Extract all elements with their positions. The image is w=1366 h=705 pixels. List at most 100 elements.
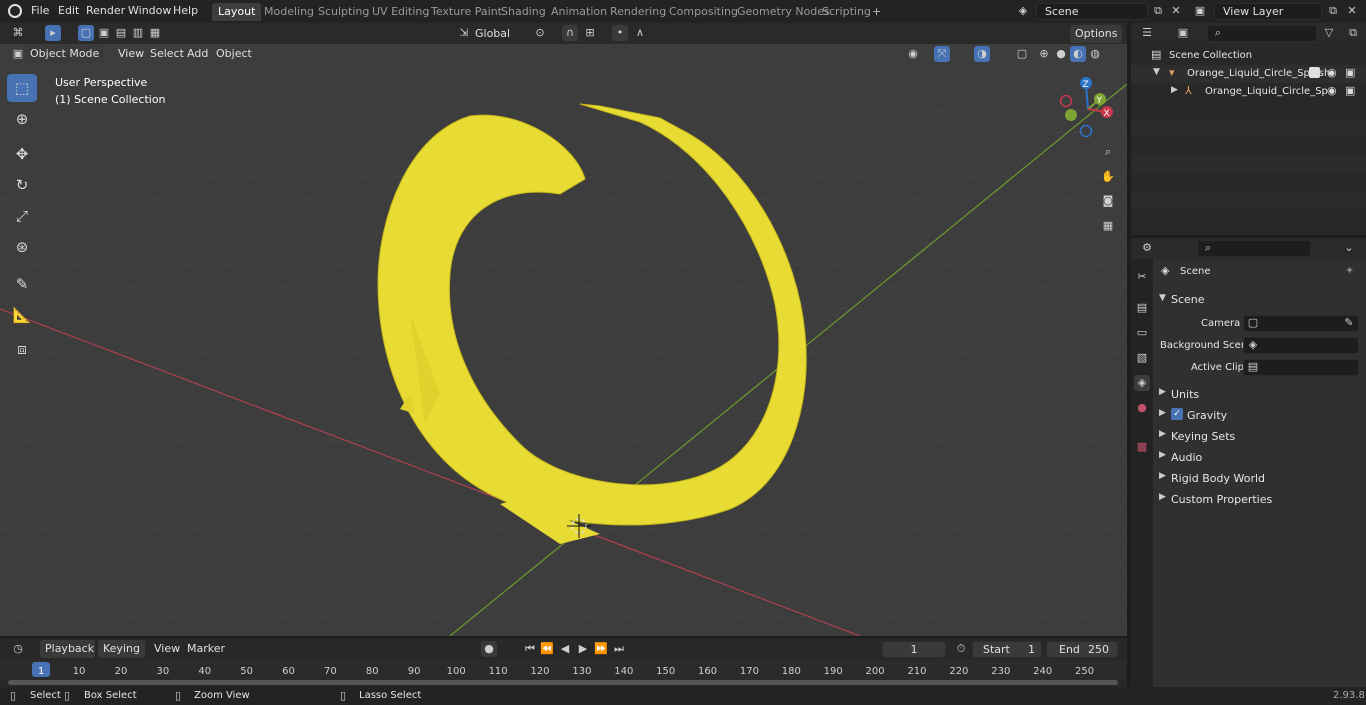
view-layer-field[interactable]: View Layer (1214, 3, 1322, 20)
display-mode-icon[interactable]: ▣ (1175, 25, 1191, 41)
tool-tab-icon[interactable]: ✂ (1134, 269, 1150, 285)
select-tool-icon[interactable]: ▸ (45, 25, 61, 41)
annotate-tool-icon[interactable]: ✎ (7, 270, 37, 298)
ortho-toggle-icon[interactable]: ▦ (1100, 218, 1116, 234)
end-frame-field[interactable]: End 250 (1046, 641, 1118, 658)
editor-type-icon[interactable]: ⌘ (10, 25, 26, 41)
view-layer-tab-icon[interactable]: ▧ (1134, 350, 1150, 366)
orientation-dropdown[interactable]: Global (470, 25, 524, 43)
material-shading-icon[interactable]: ◐ (1070, 46, 1086, 62)
marker-menu[interactable]: Marker (182, 640, 230, 658)
select-box-tool-icon[interactable]: ⬚ (7, 74, 37, 102)
camera-icon[interactable]: ▣ (1345, 84, 1355, 97)
tab-shading[interactable]: Shading (495, 3, 552, 21)
play-reverse-icon[interactable]: ◀ (557, 641, 573, 657)
timeline-scrollbar[interactable] (8, 680, 1118, 685)
object-mode-dropdown[interactable]: Object Mode (25, 45, 105, 63)
menu-edit[interactable]: Edit (58, 4, 79, 17)
panel-units[interactable]: ▶ Units (1153, 384, 1366, 404)
current-frame-field[interactable]: 1 (882, 641, 946, 658)
xray-toggle-icon[interactable]: ▢ (1014, 46, 1030, 62)
start-frame-field[interactable]: Start 1 (972, 641, 1042, 658)
menu-render[interactable]: Render (86, 4, 125, 17)
world-tab-icon[interactable]: ● (1134, 400, 1150, 416)
overlay-toggle-icon[interactable]: ◑ (974, 46, 990, 62)
jump-start-icon[interactable]: ⏮ (522, 641, 538, 657)
scene-panel-header[interactable]: ▼ Scene (1153, 290, 1366, 310)
pivot-point-icon[interactable]: ⊙ (532, 25, 548, 41)
outliner-row-scene-collection[interactable]: ▤ Scene Collection (1131, 47, 1366, 65)
properties-options-icon[interactable]: ⌄ (1341, 240, 1357, 256)
prev-keyframe-icon[interactable]: ⏪ (539, 641, 555, 657)
outliner-row-object[interactable]: ▼ ▾ Orange_Liquid_Circle_Splash ◉ ▣ (1131, 65, 1366, 83)
visibility-icon[interactable]: ◉ (905, 46, 921, 62)
gizmo-toggle-icon[interactable]: ⤧ (934, 46, 950, 62)
rendered-shading-icon[interactable]: ◍ (1087, 46, 1103, 62)
select-mode-subtract-icon[interactable]: ▤ (113, 25, 129, 41)
menu-file[interactable]: File (31, 4, 49, 17)
cursor-tool-icon[interactable]: ⊕ (7, 105, 37, 133)
texture-tab-icon[interactable]: ▩ (1134, 439, 1150, 455)
scene-tab-icon[interactable]: ◈ (1134, 375, 1150, 391)
menu-view[interactable]: View (113, 45, 149, 63)
new-collection-icon[interactable]: ⧉ (1345, 25, 1361, 41)
add-workspace-button[interactable]: + (866, 3, 887, 21)
output-tab-icon[interactable]: ▭ (1134, 325, 1150, 341)
menu-window[interactable]: Window (128, 4, 171, 17)
panel-gravity[interactable]: ▶ ✓ Gravity (1153, 405, 1366, 425)
wireframe-shading-icon[interactable]: ⊕ (1036, 46, 1052, 62)
keying-menu[interactable]: Keying (98, 640, 145, 658)
jump-end-icon[interactable]: ⏭ (611, 641, 627, 657)
menu-add[interactable]: Add (182, 45, 213, 63)
delete-view-layer-icon[interactable]: ✕ (1344, 3, 1360, 19)
properties-editor-icon[interactable]: ⚙ (1139, 240, 1155, 256)
gravity-checkbox[interactable]: ✓ (1171, 408, 1183, 420)
tab-rendering[interactable]: Rendering (604, 3, 672, 21)
panel-custom-properties[interactable]: ▶ Custom Properties (1153, 489, 1366, 509)
camera-view-icon[interactable]: ◙ (1100, 193, 1116, 209)
play-icon[interactable]: ▶ (575, 641, 591, 657)
proportional-edit-icon[interactable]: • (612, 25, 628, 41)
timeline-view-menu[interactable]: View (149, 640, 185, 658)
camera-icon[interactable]: ▣ (1345, 66, 1355, 79)
stopwatch-icon[interactable]: ⏱ (953, 641, 969, 657)
scene-name-field[interactable]: Scene (1036, 3, 1148, 20)
expand-arrow-icon[interactable]: ▼ (1153, 67, 1160, 77)
options-dropdown[interactable]: Options (1070, 25, 1122, 43)
snap-icon[interactable]: ∩ (562, 25, 578, 41)
measure-tool-icon[interactable]: 📐 (7, 301, 37, 329)
select-mode-intersect-icon[interactable]: ▦ (147, 25, 163, 41)
exclude-checkbox-icon[interactable] (1309, 67, 1320, 78)
transform-tool-icon[interactable]: ⊛ (7, 233, 37, 261)
zoom-icon[interactable]: ⌕ (1100, 144, 1116, 160)
move-tool-icon[interactable]: ✥ (7, 140, 37, 168)
delete-scene-icon[interactable]: ✕ (1168, 3, 1184, 19)
rotate-tool-icon[interactable]: ↻ (7, 171, 37, 199)
3d-viewport[interactable]: Z Y X ▣ Object Mode View Select Add Obje… (0, 44, 1127, 636)
panel-audio[interactable]: ▶ Audio (1153, 447, 1366, 467)
eye-icon[interactable]: ◉ (1327, 84, 1337, 97)
new-scene-icon[interactable]: ⧉ (1150, 3, 1166, 19)
next-keyframe-icon[interactable]: ⏩ (593, 641, 609, 657)
pin-icon[interactable]: ✦ (1345, 264, 1354, 277)
select-mode-invert-icon[interactable]: ▥ (130, 25, 146, 41)
expand-arrow-icon[interactable]: ▶ (1171, 85, 1178, 95)
add-cube-tool-icon[interactable]: ⧈ (7, 335, 37, 363)
pan-hand-icon[interactable]: ✋ (1100, 169, 1116, 185)
outliner-row-armature[interactable]: ▶ ⅄ Orange_Liquid_Circle_Sp ◉ ▣ (1131, 83, 1366, 101)
tab-modeling[interactable]: Modeling (258, 3, 320, 21)
menu-help[interactable]: Help (173, 4, 198, 17)
tab-layout[interactable]: Layout (212, 3, 262, 21)
select-mode-new-icon[interactable]: ▢ (78, 25, 94, 41)
render-tab-icon[interactable]: ▤ (1134, 300, 1150, 316)
eye-icon[interactable]: ◉ (1327, 66, 1337, 79)
mode-icon[interactable]: ▣ (10, 46, 26, 62)
outliner-editor-icon[interactable]: ☰ (1139, 25, 1155, 41)
scene-selector-icon[interactable]: ◈ (1015, 3, 1031, 19)
view-layer-icon[interactable]: ▣ (1192, 3, 1208, 19)
playback-menu[interactable]: Playback (40, 640, 95, 658)
panel-keying-sets[interactable]: ▶ Keying Sets (1153, 426, 1366, 446)
tab-animation[interactable]: Animation (545, 3, 613, 21)
panel-rigid-body-world[interactable]: ▶ Rigid Body World (1153, 468, 1366, 488)
solid-shading-icon[interactable]: ● (1053, 46, 1069, 62)
